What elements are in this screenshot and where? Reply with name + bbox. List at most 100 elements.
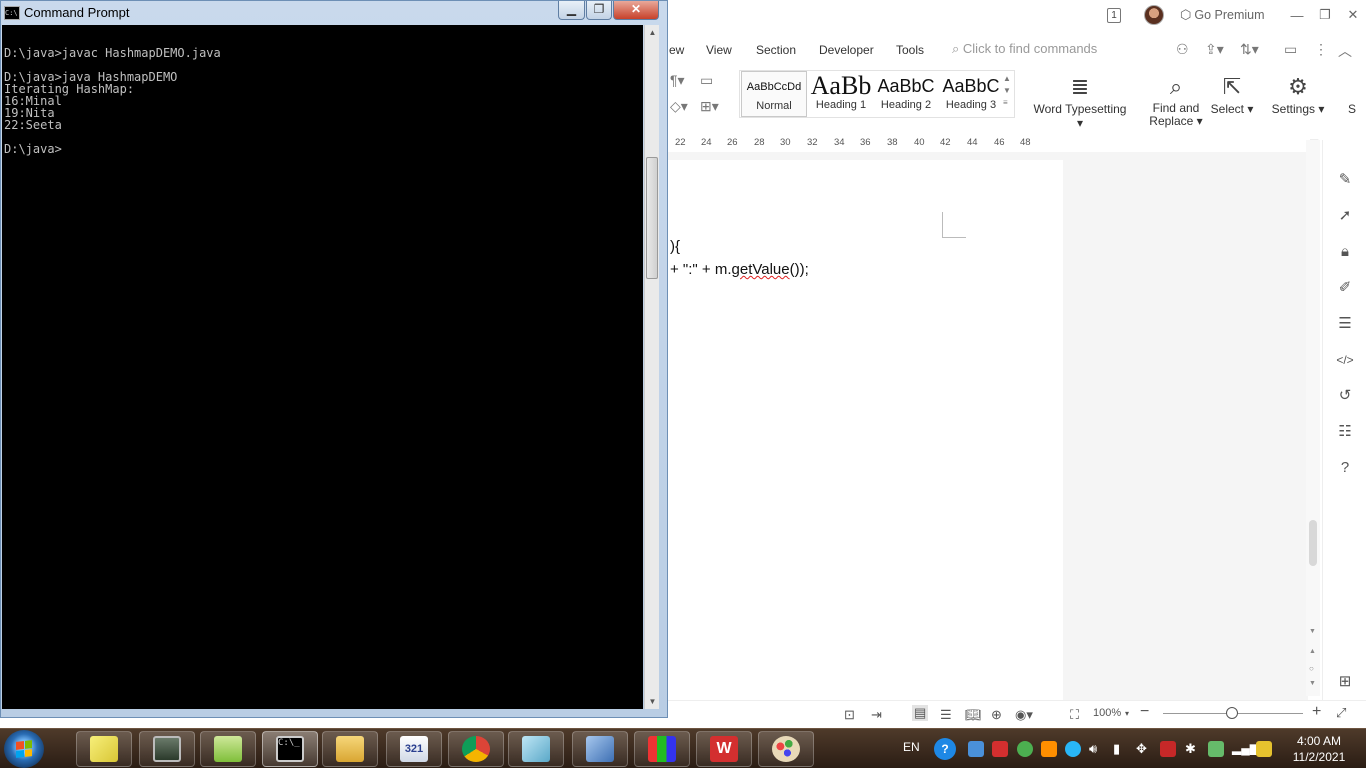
web-layout-icon[interactable]: ⊕ [991, 707, 1002, 723]
scrollbar-thumb[interactable] [1309, 520, 1317, 566]
taskbar-notepad-plus-plus[interactable] [200, 731, 256, 767]
page-mode-icon[interactable]: ⊡ [844, 707, 855, 723]
menu-section[interactable]: Section [756, 43, 796, 57]
document-scrollbar[interactable]: ▼ ○ ▲ ▼ [1306, 140, 1320, 696]
sync-tray-icon[interactable] [1065, 741, 1081, 757]
taskbar-wps-office[interactable]: W [696, 731, 752, 767]
zoom-dropdown-icon[interactable]: ▾ [1125, 709, 1129, 718]
bluetooth-icon[interactable]: ✱ [1185, 741, 1201, 757]
adjust-sliders-icon[interactable]: ☰ [1335, 314, 1355, 334]
taskbar-media-player[interactable]: 321 [386, 731, 442, 767]
lock-icon[interactable]: 🔒︎ [1335, 242, 1355, 262]
menu-tools[interactable]: Tools [896, 43, 924, 57]
menu-review[interactable]: ew [669, 43, 684, 57]
ribbon-overflow-button[interactable]: S [1344, 72, 1360, 116]
scroll-up-icon[interactable]: ▲ [645, 28, 660, 37]
help-tray-icon[interactable]: ? [934, 738, 956, 760]
zoom-in-icon[interactable]: + [1312, 703, 1321, 721]
list-layout-icon[interactable]: ☷ [1335, 422, 1355, 442]
restore-icon[interactable]: ❐ [1314, 4, 1336, 26]
move-tray-icon[interactable]: ✥ [1136, 741, 1152, 757]
cmd-app-icon[interactable]: C:\ [4, 6, 20, 20]
style-heading-1[interactable]: AaBb Heading 1 [808, 71, 874, 117]
minimize-button[interactable]: ▁ [558, 1, 585, 20]
eye-protection-icon[interactable]: ◉▾ [1015, 707, 1033, 723]
select-browse-object-icon[interactable]: ○ [1309, 664, 1314, 673]
security-tray-icon[interactable] [1256, 741, 1272, 757]
collapse-ribbon-icon[interactable]: ︿ [1338, 41, 1352, 61]
comment-icon[interactable]: ▭ [1284, 41, 1297, 58]
select-button[interactable]: ⇱ Select ▾ [1210, 72, 1254, 116]
taskbar-chrome[interactable] [448, 731, 504, 767]
zoom-slider-knob[interactable] [1226, 707, 1238, 719]
taskbar-virtualbox[interactable] [572, 731, 628, 767]
outline-view-icon[interactable]: ☰ [940, 707, 952, 723]
style-heading-3[interactable]: AaBbC Heading 3 [938, 71, 1004, 117]
command-search[interactable]: ⌕ Click to find commands [952, 41, 1097, 57]
settings-button[interactable]: ⚙ Settings ▾ [1270, 72, 1326, 116]
ruler-toggle-icon[interactable]: ▭ [700, 72, 713, 89]
menu-view[interactable]: View [706, 43, 732, 57]
print-layout-icon[interactable]: ▤ [912, 705, 929, 721]
start-button[interactable] [4, 730, 44, 768]
document-page[interactable]: ){ + ":" + m.getValue()); [668, 160, 1063, 700]
app-tray-icon[interactable] [1041, 741, 1057, 757]
system-clock[interactable]: 4:00 AM 11/2/2021 [1282, 733, 1356, 765]
next-page-icon[interactable]: ▼ [1309, 680, 1316, 687]
taskbar-blocks-app[interactable] [634, 731, 690, 767]
export-icon[interactable]: ⇪▾ [1205, 41, 1224, 58]
style-normal[interactable]: AaBbCcDd Normal [741, 71, 807, 117]
input-language[interactable]: EN [903, 740, 920, 754]
command-prompt-window[interactable]: C:\ Command Prompt ▁ ❐ ✕ D:\java>javac H… [0, 0, 668, 718]
cmd-scrollbar[interactable]: ▲ ▼ [644, 25, 659, 709]
style-heading-2[interactable]: AaBbC Heading 2 [873, 71, 939, 117]
prev-page-icon[interactable]: ▲ [1309, 648, 1316, 655]
signal-bars-icon[interactable]: ▂▄▆ [1232, 741, 1259, 757]
user-avatar[interactable] [1143, 4, 1165, 26]
taskbar-command-prompt[interactable]: C:\_ [262, 731, 318, 767]
cloud-tray-icon[interactable] [968, 741, 984, 757]
history-icon[interactable]: ↺ [1335, 386, 1355, 406]
pen-icon[interactable]: ✎ [1335, 170, 1355, 190]
taskbar-sticky-notes[interactable] [76, 731, 132, 767]
close-icon[interactable]: ✕ [1342, 4, 1364, 26]
shading-icon[interactable]: ◇▾ [670, 98, 688, 115]
cmd-titlebar[interactable]: C:\ Command Prompt ▁ ❐ ✕ [1, 1, 667, 25]
edit-note-icon[interactable]: ✐ [1335, 278, 1355, 298]
fit-page-icon[interactable]: ⛶ [1070, 707, 1079, 723]
taskbar-system-monitor[interactable] [139, 731, 195, 767]
focus-mode-icon[interactable]: ⇥ [871, 707, 882, 723]
scroll-down-icon[interactable]: ▼ [1309, 628, 1316, 635]
fullscreen-icon[interactable]: ⤢ [1336, 705, 1346, 721]
borders-icon[interactable]: ⊞▾ [700, 98, 719, 115]
menu-developer[interactable]: Developer [819, 43, 874, 57]
gallery-scroll-icon[interactable]: ▲ ▼ ≡ [1003, 73, 1011, 109]
reading-mode-icon[interactable]: 📖︎ [965, 707, 982, 723]
minimize-icon[interactable]: — [1286, 4, 1308, 26]
code-icon[interactable]: </> [1335, 350, 1355, 370]
taskbar-paint[interactable] [758, 731, 814, 767]
document-canvas[interactable]: ){ + ":" + m.getValue()); [668, 152, 1308, 700]
grid-apps-icon[interactable]: ⊞ [1335, 672, 1355, 692]
share-user-icon[interactable]: ⚇ [1176, 41, 1189, 58]
go-premium-button[interactable]: ⬡ Go Premium [1180, 4, 1270, 26]
pointer-icon[interactable]: ➚ [1335, 206, 1355, 226]
network-adapter-icon[interactable] [1208, 741, 1224, 757]
cloud-sync-icon[interactable]: ⇅▾ [1240, 41, 1259, 58]
volume-icon[interactable]: 🔊︎ [1089, 741, 1105, 757]
word-typesetting-button[interactable]: ≣ Word Typesetting ▾ [1030, 72, 1130, 130]
scroll-down-icon[interactable]: ▼ [645, 697, 660, 706]
horizontal-ruler[interactable]: 22 24 26 28 30 32 34 36 38 40 42 44 46 4… [668, 134, 1308, 152]
zoom-level[interactable]: 100% [1093, 707, 1121, 719]
paragraph-mark-icon[interactable]: ¶▾ [670, 72, 685, 89]
scrollbar-thumb[interactable] [646, 157, 658, 279]
flag-error-icon[interactable] [1160, 741, 1176, 757]
mcafee-tray-icon[interactable] [992, 741, 1008, 757]
console-output[interactable]: D:\java>javac HashmapDEMO.java D:\java>j… [2, 25, 643, 709]
utorrent-tray-icon[interactable] [1017, 741, 1033, 757]
more-options-icon[interactable]: ⋮ [1314, 41, 1328, 58]
taskbar-notes[interactable] [508, 731, 564, 767]
taskbar-file-explorer[interactable] [322, 731, 378, 767]
maximize-button[interactable]: ❐ [586, 1, 612, 20]
zoom-out-icon[interactable]: − [1140, 703, 1149, 721]
